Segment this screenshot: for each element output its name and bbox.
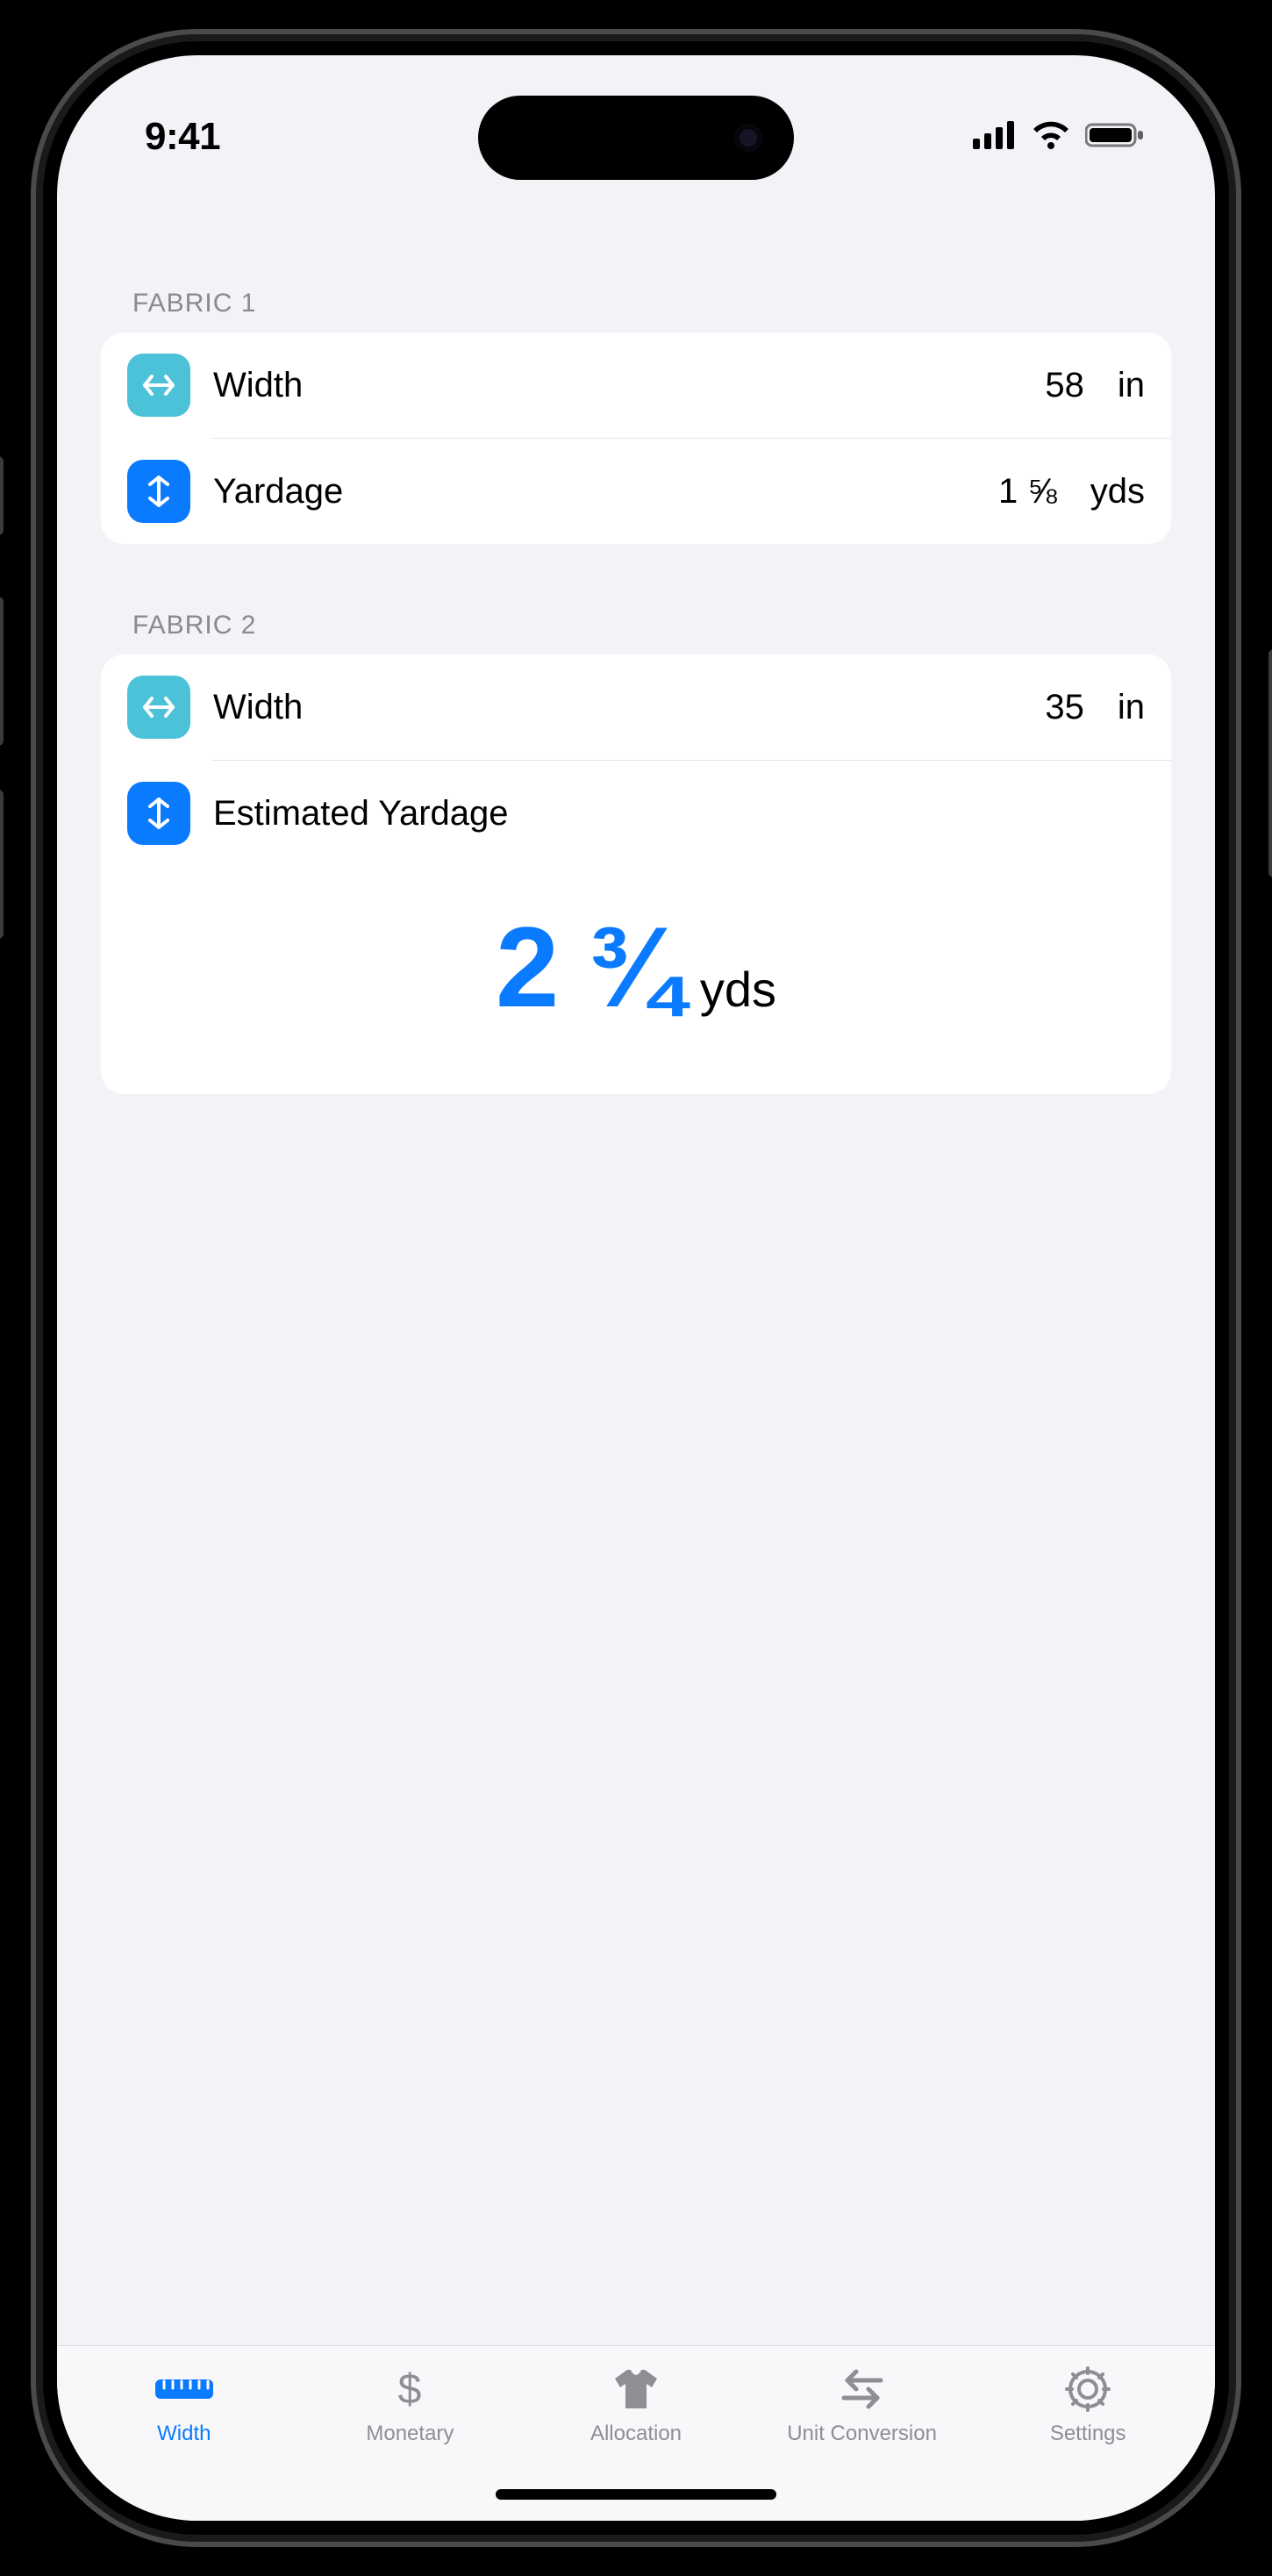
yardage-icon [127,460,190,523]
card-fabric1: Width 58 in Yardage 1 ⅝ yds [101,333,1171,544]
gear-icon [1064,2364,1111,2415]
side-button-power [1268,649,1272,877]
battery-icon [1085,121,1145,154]
row-fabric1-yardage[interactable]: Yardage 1 ⅝ yds [101,439,1171,544]
dollar-icon: $ [392,2364,427,2415]
spacer [101,544,1171,579]
tab-settings[interactable]: Settings [975,2364,1201,2446]
swap-arrows-icon [837,2364,888,2415]
estimate-unit: yds [700,961,776,1018]
status-icons [973,121,1145,154]
row-unit: in [1118,366,1145,405]
tab-label: Monetary [366,2422,454,2446]
row-fabric1-width[interactable]: Width 58 in [101,333,1171,438]
width-icon [127,676,190,739]
row-label: Yardage [213,472,975,512]
cellular-icon [973,121,1017,154]
estimate-value: 2 ¾ [496,901,681,1033]
tab-allocation[interactable]: Allocation [523,2364,749,2446]
tab-unit-conversion[interactable]: Unit Conversion [749,2364,975,2446]
side-button-silence [0,456,4,535]
svg-text:$: $ [398,2366,422,2413]
device-frame: 9:41 FABRIC 1 [0,0,1272,2576]
row-label: Width [213,366,1022,405]
device-bezel: 9:41 FABRIC 1 [31,29,1241,2547]
row-fabric2-estimate: Estimated Yardage [101,761,1171,866]
tab-width[interactable]: Width [71,2364,297,2446]
row-label: Width [213,688,1022,727]
row-unit: in [1118,688,1145,727]
dynamic-island [478,96,794,180]
status-time: 9:41 [145,115,220,159]
yardage-icon [127,782,190,845]
section-header-fabric1: FABRIC 1 [101,257,1171,333]
tab-label: Width [157,2422,211,2446]
estimate-result: 2 ¾ yds [101,866,1171,1094]
row-unit: yds [1090,472,1145,512]
row-value: 35 [1045,688,1084,727]
home-indicator[interactable] [496,2489,776,2500]
side-button-vol-down [0,790,4,939]
row-label: Estimated Yardage [213,794,1145,834]
tab-label: Unit Conversion [787,2422,937,2446]
tab-label: Allocation [590,2422,682,2446]
row-value: 58 [1045,366,1084,405]
card-fabric2: Width 35 in Estimated Yardage 2 ¾ yds [101,655,1171,1094]
tshirt-icon [610,2364,662,2415]
wifi-icon [1031,121,1071,154]
side-button-vol-up [0,597,4,746]
tab-monetary[interactable]: $ Monetary [297,2364,524,2446]
section-header-fabric2: FABRIC 2 [101,579,1171,655]
row-fabric2-width[interactable]: Width 35 in [101,655,1171,760]
row-value: 1 ⅝ [998,472,1057,512]
tab-label: Settings [1050,2422,1126,2446]
width-icon [127,354,190,417]
ruler-icon [154,2364,215,2415]
screen: 9:41 FABRIC 1 [57,55,1215,2521]
content-scroll[interactable]: FABRIC 1 Width 58 in [57,257,1215,2363]
